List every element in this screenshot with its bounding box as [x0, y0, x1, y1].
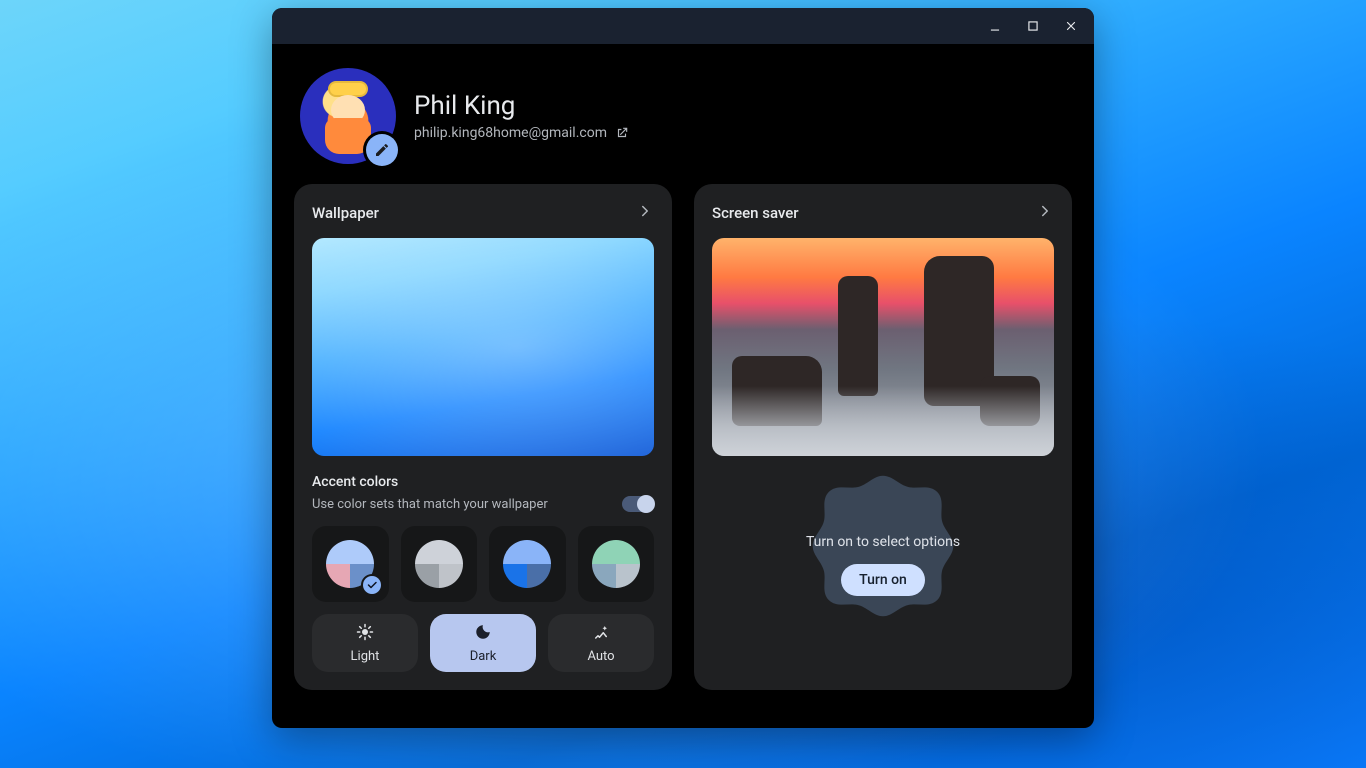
palette-swatch — [503, 540, 551, 588]
accent-colors-toggle[interactable] — [622, 496, 654, 512]
minimize-icon — [988, 19, 1002, 33]
palette-option-2[interactable] — [401, 526, 478, 602]
window-titlebar — [272, 8, 1094, 44]
desktop-background: Phil King philip.king68home@gmail.com Wa… — [0, 0, 1366, 768]
profile-info: Phil King philip.king68home@gmail.com — [414, 91, 629, 141]
profile-avatar[interactable] — [300, 68, 396, 164]
cards-row: Wallpaper Accent colors Use color sets t… — [272, 184, 1094, 712]
auto-sparkle-icon — [592, 623, 610, 645]
open-external-icon — [615, 126, 629, 140]
palette-option-3[interactable] — [489, 526, 566, 602]
screensaver-turn-on-button[interactable]: Turn on — [841, 564, 925, 596]
profile-name: Phil King — [414, 91, 629, 121]
contrast-icon — [474, 623, 492, 645]
screensaver-placeholder: Turn on to select options Turn on — [788, 470, 978, 660]
screensaver-body: Turn on to select options Turn on — [712, 456, 1054, 660]
edit-avatar-button[interactable] — [366, 134, 398, 166]
palette-option-4[interactable] — [578, 526, 655, 602]
chevron-right-icon — [1036, 202, 1054, 224]
window-maximize-button[interactable] — [1018, 14, 1048, 38]
check-icon — [363, 576, 381, 594]
sun-icon — [356, 623, 374, 645]
theme-mode-row: Light Dark Auto — [312, 614, 654, 672]
theme-mode-auto-button[interactable]: Auto — [548, 614, 654, 672]
palette-swatch — [415, 540, 463, 588]
theme-mode-label: Dark — [470, 649, 497, 664]
toggle-knob — [637, 495, 655, 513]
profile-header: Phil King philip.king68home@gmail.com — [272, 44, 1094, 184]
palette-option-1[interactable] — [312, 526, 389, 602]
wallpaper-header[interactable]: Wallpaper — [312, 202, 654, 224]
chevron-right-icon — [636, 202, 654, 224]
accent-colors-subtext: Use color sets that match your wallpaper — [312, 497, 548, 512]
theme-mode-dark-button[interactable]: Dark — [430, 614, 536, 672]
theme-mode-light-button[interactable]: Light — [312, 614, 418, 672]
screensaver-card: Screen saver — [694, 184, 1072, 690]
accent-colors-title: Accent colors — [312, 474, 654, 490]
profile-email: philip.king68home@gmail.com — [414, 125, 607, 141]
window-close-button[interactable] — [1056, 14, 1086, 38]
maximize-icon — [1026, 19, 1040, 33]
window-minimize-button[interactable] — [980, 14, 1010, 38]
pencil-icon — [374, 142, 390, 158]
close-icon — [1064, 19, 1078, 33]
theme-mode-label: Light — [351, 649, 380, 664]
screensaver-preview[interactable] — [712, 238, 1054, 456]
palette-swatch — [592, 540, 640, 588]
personalization-window: Phil King philip.king68home@gmail.com Wa… — [272, 8, 1094, 728]
screensaver-header[interactable]: Screen saver — [712, 202, 1054, 224]
accent-colors-row: Use color sets that match your wallpaper — [312, 496, 654, 512]
palette-row — [312, 526, 654, 602]
wallpaper-title: Wallpaper — [312, 204, 379, 222]
screensaver-prompt: Turn on to select options — [806, 534, 960, 550]
profile-email-row[interactable]: philip.king68home@gmail.com — [414, 125, 629, 141]
wallpaper-card: Wallpaper Accent colors Use color sets t… — [294, 184, 672, 690]
wallpaper-preview[interactable] — [312, 238, 654, 456]
screensaver-title: Screen saver — [712, 204, 799, 222]
theme-mode-label: Auto — [587, 649, 614, 664]
